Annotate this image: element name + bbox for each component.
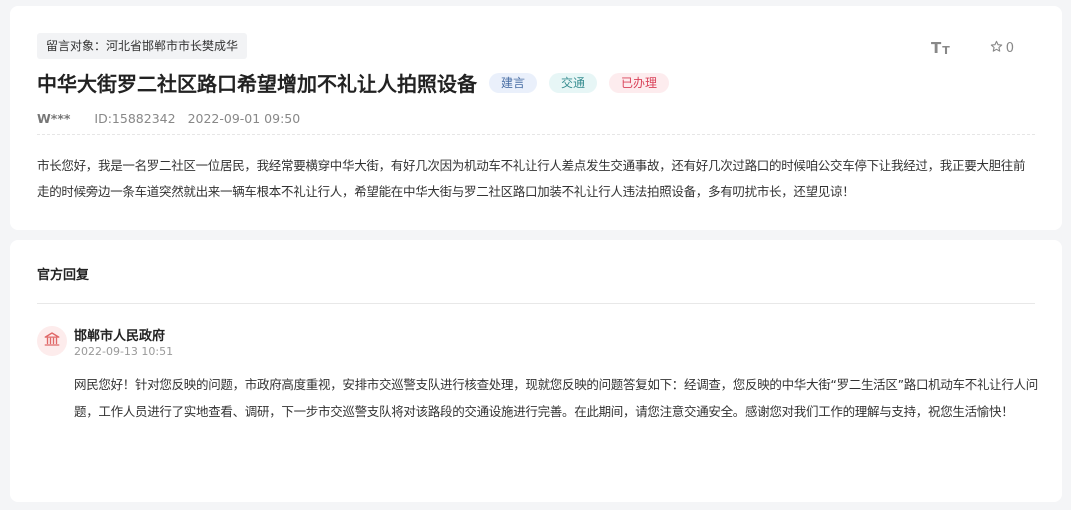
government-emblem-icon <box>43 330 61 352</box>
reply-heading: 官方回复 <box>37 268 90 283</box>
message-toolbar: TT 0 <box>931 39 1014 57</box>
star-icon <box>990 40 1006 57</box>
reply-org-name: 邯郸市人民政府 <box>74 329 166 344</box>
reply-content: 网民您好！针对您反映的问题，市政府高度重视，安排市交巡警支队进行核查处理，现就您… <box>74 377 1038 419</box>
author-name: W*** <box>37 111 71 126</box>
message-card: 留言对象：河北省邯郸市市长樊成华 TT 0 中华大街罗二社区路口希望增加不礼让人… <box>10 6 1062 230</box>
message-content: 市长您好，我是一名罗二社区一位居民，我经常要横穿中华大街，有好几次因为机动车不礼… <box>37 158 1026 199</box>
title-row: 中华大街罗二社区路口希望增加不礼让人拍照设备 建言 交通 已办理 <box>37 68 681 97</box>
reply-datetime: 2022-09-13 10:51 <box>74 345 174 358</box>
message-meta: W*** ID:15882342 2022-09-01 09:50 <box>37 111 300 126</box>
avatar <box>37 326 67 356</box>
reply-card: 官方回复 邯郸市人民政府 2022-09-13 10:51 网民您好！针对您反映… <box>10 240 1062 502</box>
font-size-icon: T <box>930 39 942 57</box>
type-badge: 建言 <box>489 72 538 93</box>
favorite-count: 0 <box>1005 40 1014 56</box>
status-badge: 已办理 <box>609 72 670 93</box>
divider <box>37 134 1035 135</box>
category-badge: 交通 <box>549 72 598 93</box>
font-size-icon-small: T <box>942 44 950 57</box>
font-size-button[interactable]: TT <box>931 39 950 57</box>
favorite-button[interactable]: 0 <box>990 40 1014 57</box>
message-id: ID:15882342 <box>94 111 176 126</box>
divider <box>37 303 1035 304</box>
message-target-tag: 留言对象：河北省邯郸市市长樊成华 <box>37 33 248 59</box>
message-title: 中华大街罗二社区路口希望增加不礼让人拍照设备 <box>37 72 477 96</box>
message-datetime: 2022-09-01 09:50 <box>187 111 301 126</box>
